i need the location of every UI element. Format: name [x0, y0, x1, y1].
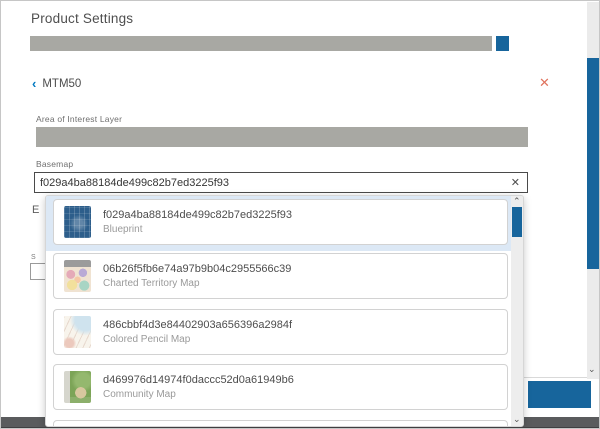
page-title: Product Settings — [31, 11, 133, 26]
chevron-left-icon: ‹ — [32, 77, 36, 90]
covered-field-label-fragment: E — [32, 204, 39, 216]
page-scrollbar[interactable]: ⌄ — [587, 2, 599, 379]
dropdown-scrollbar[interactable]: ⌃ ⌄ — [511, 196, 523, 426]
basemap-option-name: Community Map — [103, 389, 294, 400]
basemap-option-id: f029a4ba88184de499c82b7ed3225f93 — [103, 209, 292, 221]
dropdown-scrollbar-thumb[interactable] — [512, 207, 522, 237]
back-link-label: MTM50 — [42, 78, 81, 90]
charted-territory-thumbnail — [64, 260, 91, 292]
basemap-option-name: Charted Territory Map — [103, 278, 291, 289]
clear-input-icon[interactable]: ✕ — [511, 176, 520, 189]
basemap-option-charted-territory[interactable]: 06b26f5fb6e74a97b9b04c2955566c39 Charted… — [53, 253, 508, 299]
scroll-down-icon[interactable]: ⌄ — [588, 364, 596, 375]
basemap-option-partial[interactable] — [53, 420, 508, 427]
basemap-option-colored-pencil[interactable]: 486cbbf4d3e84402903a656396a2984f Colored… — [53, 309, 508, 355]
close-icon[interactable]: ✕ — [539, 75, 550, 91]
aoi-layer-label: Area of Interest Layer — [36, 114, 122, 124]
basemap-input[interactable]: f029a4ba88184de499c82b7ed3225f93 ✕ — [34, 172, 528, 193]
basemap-option-id: 486cbbf4d3e84402903a656396a2984f — [103, 319, 292, 331]
blue-color-chip — [496, 36, 509, 51]
page-scrollbar-thumb[interactable] — [587, 58, 599, 269]
community-thumbnail — [64, 371, 91, 403]
basemap-label: Basemap — [36, 159, 73, 169]
back-link-mtm50[interactable]: ‹ MTM50 — [32, 77, 81, 90]
aoi-layer-input[interactable] — [36, 127, 528, 147]
basemap-option-name: Colored Pencil Map — [103, 334, 292, 345]
product-settings-dialog: Product Settings ‹ MTM50 ✕ Area of Inter… — [0, 0, 600, 429]
basemap-option-blueprint[interactable]: f029a4ba88184de499c82b7ed3225f93 Bluepri… — [53, 199, 508, 245]
basemap-option-community[interactable]: d469976d14974f0daccc52d0a61949b6 Communi… — [53, 364, 508, 410]
scroll-down-icon[interactable]: ⌄ — [513, 414, 521, 425]
covered-field-label-fragment-2: S — [31, 254, 36, 261]
blueprint-thumbnail — [64, 206, 91, 238]
basemap-option-id: d469976d14974f0daccc52d0a61949b6 — [103, 374, 294, 386]
primary-action-button[interactable] — [528, 381, 591, 408]
basemap-dropdown: f029a4ba88184de499c82b7ed3225f93 Bluepri… — [45, 195, 524, 427]
scroll-up-icon[interactable]: ⌃ — [513, 196, 521, 207]
basemap-input-value: f029a4ba88184de499c82b7ed3225f93 — [40, 177, 511, 189]
basemap-option-name: Blueprint — [103, 224, 292, 235]
redacted-setting-bar — [30, 36, 492, 51]
basemap-option-id: 06b26f5fb6e74a97b9b04c2955566c39 — [103, 263, 291, 275]
colored-pencil-thumbnail — [64, 316, 91, 348]
